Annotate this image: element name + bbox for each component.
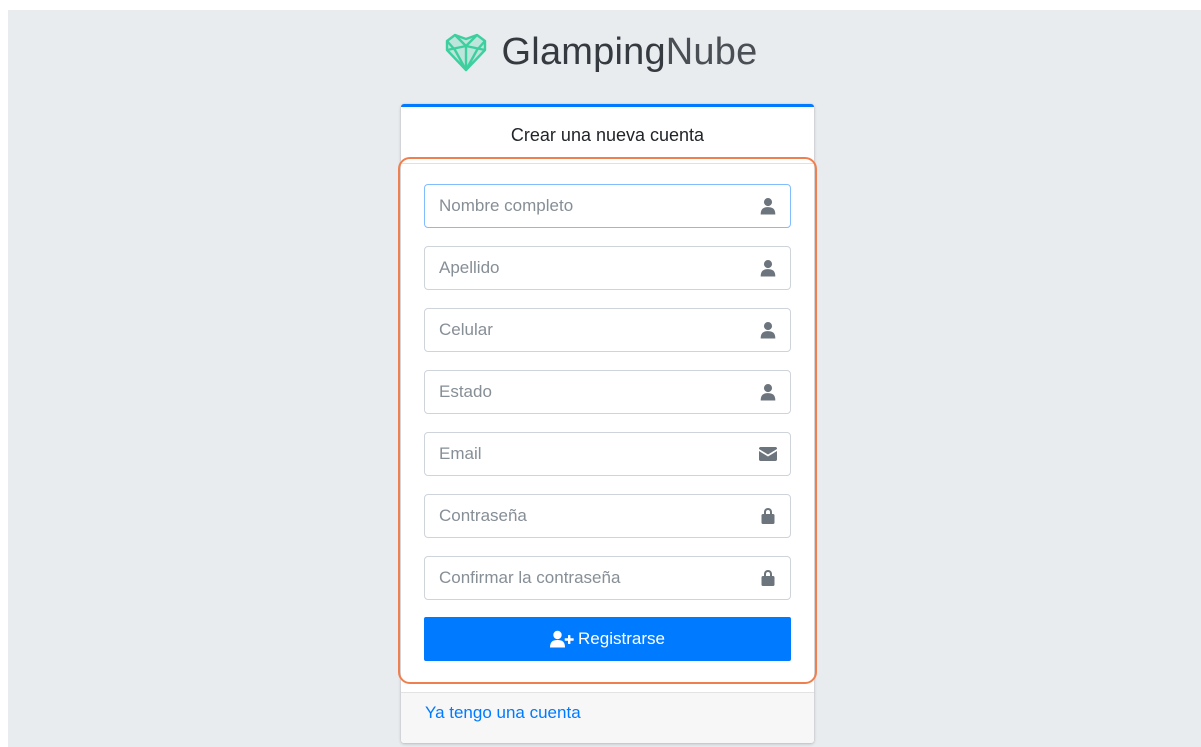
state-field[interactable] bbox=[424, 370, 791, 414]
password-field[interactable] bbox=[424, 494, 791, 538]
confirm-password-field[interactable] bbox=[424, 556, 791, 600]
last-name-input[interactable] bbox=[425, 247, 746, 289]
email-input[interactable] bbox=[425, 433, 746, 475]
user-icon bbox=[746, 185, 790, 227]
register-button-label: Registrarse bbox=[578, 629, 665, 648]
register-button[interactable]: Registrarse bbox=[424, 617, 791, 661]
first-name-input[interactable] bbox=[425, 185, 746, 227]
heart-gem-icon bbox=[445, 33, 486, 72]
phone-input[interactable] bbox=[425, 309, 746, 351]
card-title: Crear una nueva cuenta bbox=[401, 107, 814, 164]
confirm-password-input[interactable] bbox=[425, 557, 746, 599]
login-link[interactable]: Ya tengo una cuenta bbox=[425, 703, 581, 723]
email-field[interactable] bbox=[424, 432, 791, 476]
user-plus-icon bbox=[550, 630, 574, 648]
user-icon bbox=[746, 371, 790, 413]
envelope-icon bbox=[746, 433, 790, 475]
password-input[interactable] bbox=[425, 495, 746, 537]
user-icon bbox=[746, 309, 790, 351]
last-name-field[interactable] bbox=[424, 246, 791, 290]
lock-icon bbox=[746, 495, 790, 537]
first-name-field[interactable] bbox=[424, 184, 791, 228]
brand-logo[interactable]: GlampingNube bbox=[0, 30, 1201, 74]
state-input[interactable] bbox=[425, 371, 746, 413]
user-icon bbox=[746, 247, 790, 289]
brand-name: GlampingNube bbox=[501, 30, 758, 73]
lock-icon bbox=[746, 557, 790, 599]
phone-field[interactable] bbox=[424, 308, 791, 352]
